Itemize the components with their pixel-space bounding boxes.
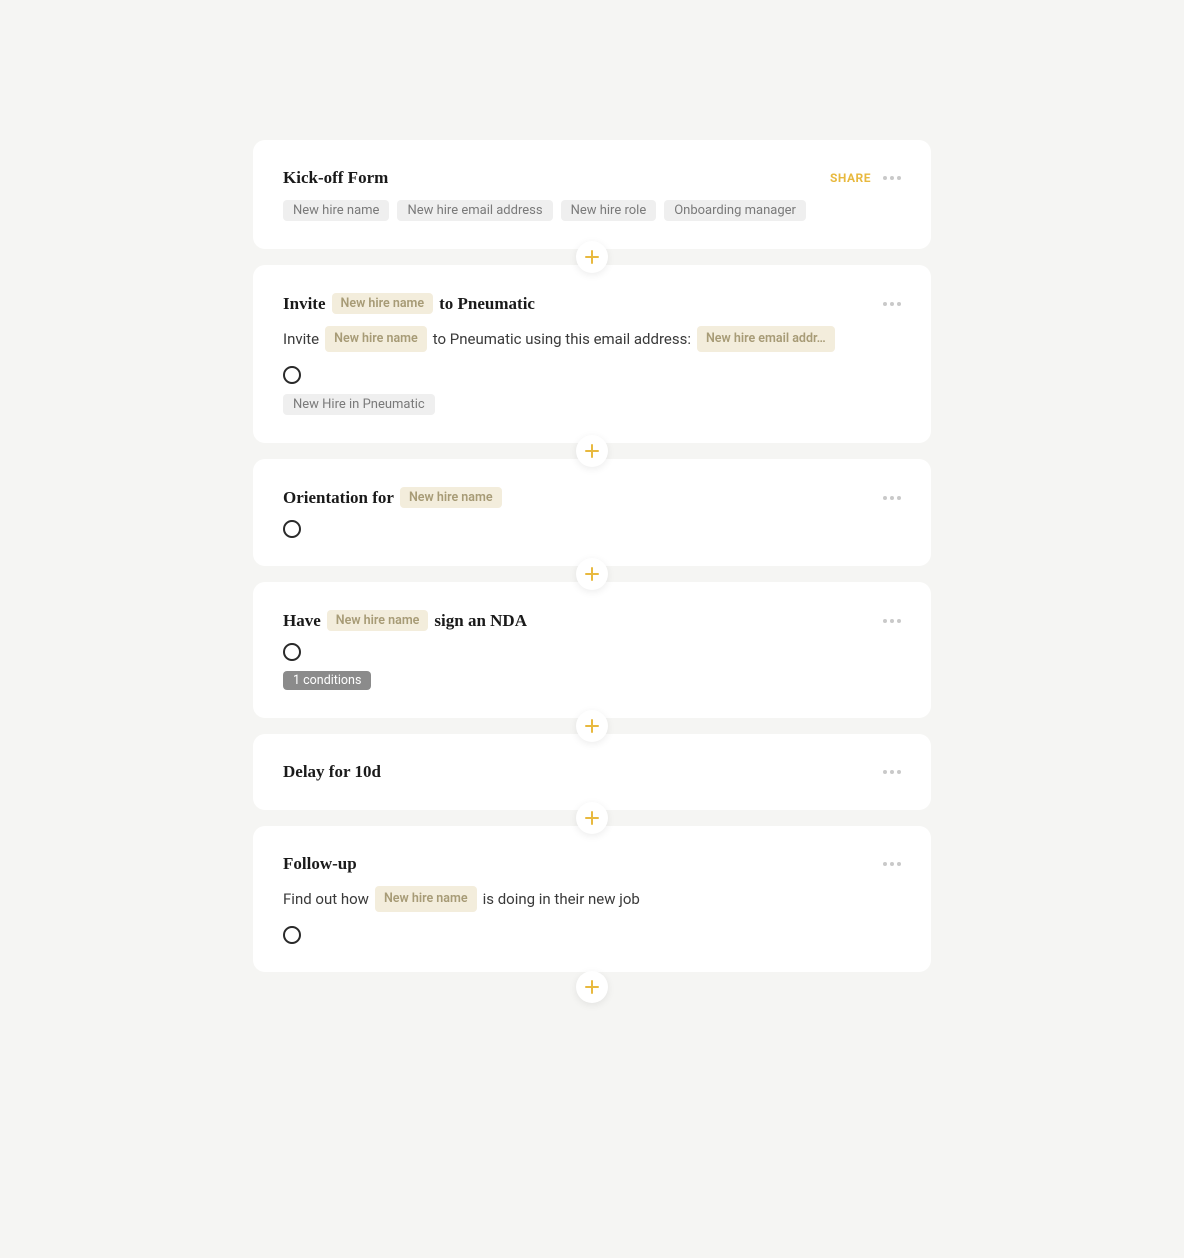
field-chips-row: New hire name New hire email address New…: [283, 200, 901, 221]
step-separator: [253, 810, 931, 826]
plus-icon: [585, 567, 599, 581]
add-step-button[interactable]: [576, 802, 608, 834]
conditions-row: 1 conditions: [283, 671, 901, 690]
field-chips-row: New Hire in Pneumatic: [283, 394, 901, 415]
card-title: Delay for 10d: [283, 762, 381, 782]
more-icon[interactable]: [883, 172, 901, 184]
step-separator: [253, 249, 931, 265]
add-step-button[interactable]: [576, 241, 608, 273]
body-text-part: Invite: [283, 327, 319, 351]
step-card-nda[interactable]: Have New hire name sign an NDA 1 conditi…: [253, 582, 931, 718]
step-separator: [253, 972, 931, 1002]
card-title: Have New hire name sign an NDA: [283, 610, 527, 631]
field-chip[interactable]: New hire name: [283, 200, 389, 221]
share-button[interactable]: SHARE: [830, 171, 871, 185]
field-chip[interactable]: New hire role: [561, 200, 657, 221]
step-separator: [253, 718, 931, 734]
title-text: to Pneumatic: [439, 294, 535, 314]
variable-chip[interactable]: New hire email addr…: [697, 326, 835, 352]
field-chip[interactable]: Onboarding manager: [664, 200, 806, 221]
card-title: Invite New hire name to Pneumatic: [283, 293, 535, 314]
step-separator: [253, 566, 931, 582]
title-text: sign an NDA: [434, 611, 527, 631]
step-card-orientation[interactable]: Orientation for New hire name: [253, 459, 931, 566]
title-text: Have: [283, 611, 321, 631]
more-icon[interactable]: [883, 858, 901, 870]
more-icon[interactable]: [883, 615, 901, 627]
card-title: Follow-up: [283, 854, 357, 874]
more-icon[interactable]: [883, 766, 901, 778]
more-icon[interactable]: [883, 492, 901, 504]
variable-chip[interactable]: New hire name: [327, 610, 429, 631]
card-body-text: Find out how New hire name is doing in t…: [283, 886, 901, 912]
title-text: Orientation for: [283, 488, 394, 508]
step-card-kickoff[interactable]: Kick-off Form SHARE New hire name New hi…: [253, 140, 931, 249]
workflow-steps-container: Kick-off Form SHARE New hire name New hi…: [253, 140, 931, 1002]
variable-chip[interactable]: New hire name: [325, 326, 427, 352]
field-chip[interactable]: New Hire in Pneumatic: [283, 394, 435, 415]
assignee-circle[interactable]: [283, 520, 301, 538]
card-title: Orientation for New hire name: [283, 487, 502, 508]
plus-icon: [585, 444, 599, 458]
add-step-button[interactable]: [576, 558, 608, 590]
body-text-part: Find out how: [283, 887, 369, 911]
add-step-button[interactable]: [576, 710, 608, 742]
field-chip[interactable]: New hire email address: [397, 200, 552, 221]
plus-icon: [585, 980, 599, 994]
assignee-circle[interactable]: [283, 366, 301, 384]
card-body-text: Invite New hire name to Pneumatic using …: [283, 326, 901, 352]
add-step-button[interactable]: [576, 435, 608, 467]
assignee-circle[interactable]: [283, 926, 301, 944]
conditions-chip[interactable]: 1 conditions: [283, 671, 371, 690]
variable-chip[interactable]: New hire name: [375, 886, 477, 912]
plus-icon: [585, 719, 599, 733]
step-card-followup[interactable]: Follow-up Find out how New hire name is …: [253, 826, 931, 972]
step-card-invite[interactable]: Invite New hire name to Pneumatic Invite…: [253, 265, 931, 443]
variable-chip[interactable]: New hire name: [400, 487, 502, 508]
title-text: Invite: [283, 294, 326, 314]
variable-chip[interactable]: New hire name: [332, 293, 434, 314]
body-text-part: is doing in their new job: [483, 887, 640, 911]
step-separator: [253, 443, 931, 459]
more-icon[interactable]: [883, 298, 901, 310]
plus-icon: [585, 250, 599, 264]
assignee-circle[interactable]: [283, 643, 301, 661]
add-step-button[interactable]: [576, 971, 608, 1003]
plus-icon: [585, 811, 599, 825]
step-card-delay[interactable]: Delay for 10d: [253, 734, 931, 810]
body-text-part: to Pneumatic using this email address:: [433, 327, 691, 351]
card-title: Kick-off Form: [283, 168, 388, 188]
